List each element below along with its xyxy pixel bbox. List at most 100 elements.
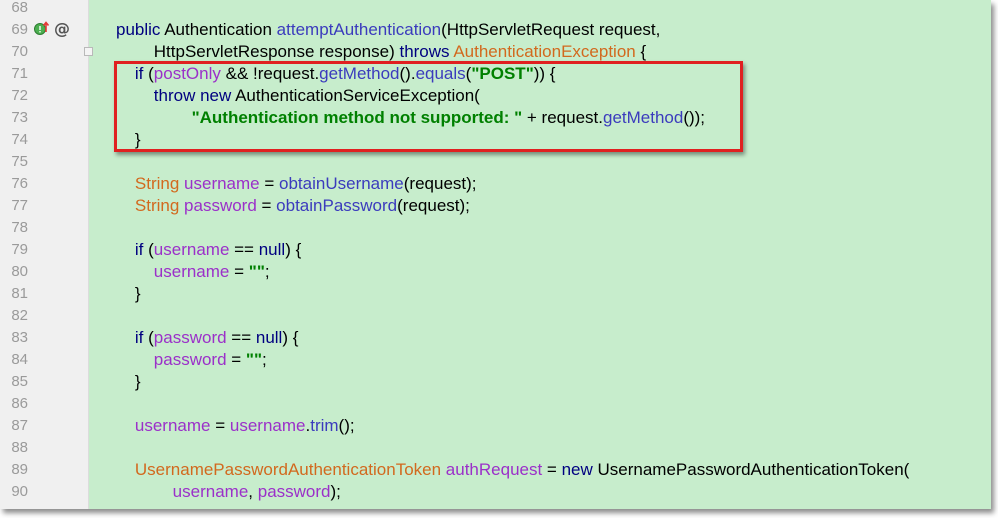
code-token: ) { — [285, 240, 302, 259]
line-number: 81 — [11, 285, 28, 302]
code-token: (HttpServletRequest request, — [441, 20, 661, 39]
line-number: 69 — [11, 21, 28, 38]
code-token: = — [542, 460, 562, 479]
code-token: null — [258, 240, 286, 259]
code-line: 83 if (password == null) { — [0, 327, 991, 349]
highlight-annotation-box — [114, 61, 743, 152]
code-token: (); — [338, 416, 355, 435]
code-token: username — [184, 174, 260, 193]
line-number: 68 — [11, 0, 28, 16]
line-number: 88 — [11, 439, 28, 456]
code-token: UsernamePasswordAuthenticationToken — [116, 460, 446, 479]
line-number: 85 — [11, 373, 28, 390]
code-line: 89 UsernamePasswordAuthenticationToken a… — [0, 459, 991, 481]
code-token: throws — [399, 42, 454, 61]
code-token: trim — [310, 416, 339, 435]
code-text[interactable]: if (password == null) { — [116, 327, 299, 349]
code-token: == — [229, 240, 259, 259]
code-text[interactable]: HttpServletResponse response) throws Aut… — [116, 41, 646, 63]
code-line: 68 — [0, 0, 991, 19]
line-number: 83 — [11, 329, 28, 346]
line-number: 71 — [11, 65, 28, 82]
line-number: 72 — [11, 87, 28, 104]
code-token: (request); — [397, 196, 470, 215]
code-token: (request); — [403, 174, 477, 193]
code-line: 70 HttpServletResponse response) throws … — [0, 41, 991, 63]
line-number: 79 — [11, 241, 28, 258]
code-token: username — [116, 262, 230, 281]
code-token: = — [229, 262, 249, 281]
code-token: , — [248, 482, 258, 501]
line-number: 89 — [11, 461, 28, 478]
code-text[interactable]: } — [116, 371, 141, 393]
code-text[interactable]: username = username.trim(); — [116, 415, 355, 437]
code-line: 84 password = ""; — [0, 349, 991, 371]
code-text[interactable]: String password = obtainPassword(request… — [116, 195, 470, 217]
code-token: obtainPassword — [276, 196, 398, 215]
code-line: 78 — [0, 217, 991, 239]
code-line: 69 public Authentication attemptAuthentic… — [0, 19, 991, 41]
override-method-icon[interactable] — [33, 20, 51, 41]
code-text[interactable]: password = ""; — [116, 349, 267, 371]
code-token: username — [153, 240, 230, 259]
code-text[interactable]: username = ""; — [116, 261, 270, 283]
line-number: 75 — [11, 153, 28, 170]
code-token: String — [116, 174, 185, 193]
code-token: new — [561, 460, 598, 479]
line-number: 70 — [11, 43, 28, 60]
code-text[interactable]: username, password); — [116, 481, 341, 503]
code-token: authRequest — [445, 460, 543, 479]
code-editor-window: 68 69 public Authentication attemptAuthent… — [0, 0, 991, 509]
code-text[interactable]: String username = obtainUsername(request… — [116, 173, 477, 195]
code-token: = — [256, 196, 277, 215]
annotation-at-icon[interactable]: @ — [54, 19, 70, 38]
code-text[interactable]: UsernamePasswordAuthenticationToken auth… — [116, 459, 909, 481]
line-number: 84 — [11, 351, 28, 368]
code-token: obtainUsername — [279, 174, 404, 193]
code-token: public — [116, 20, 165, 39]
line-number: 76 — [11, 175, 28, 192]
line-number: 77 — [11, 197, 28, 214]
line-number: 82 — [11, 307, 28, 324]
line-number: 86 — [11, 395, 28, 412]
code-token: AuthenticationException — [453, 42, 636, 61]
code-token: } — [116, 372, 141, 391]
code-text[interactable]: } — [116, 283, 141, 305]
code-token: String — [116, 196, 185, 215]
line-number: 87 — [11, 417, 28, 434]
code-token: ); — [330, 482, 341, 501]
code-line: 76 String username = obtainUsername(requ… — [0, 173, 991, 195]
code-line: 81 } — [0, 283, 991, 305]
line-number: 74 — [11, 131, 28, 148]
code-line: 80 username = ""; — [0, 261, 991, 283]
code-line: 90 username, password); — [0, 481, 991, 503]
code-token: Authentication — [164, 20, 277, 39]
code-line: 79 if (username == null) { — [0, 239, 991, 261]
code-token: username — [116, 416, 211, 435]
code-token: = — [226, 350, 246, 369]
code-token: ) { — [282, 328, 299, 347]
code-token: username — [116, 482, 249, 501]
code-token: UsernamePasswordAuthenticationToken( — [597, 460, 910, 479]
code-token: if — [116, 240, 149, 259]
code-token: "" — [245, 350, 263, 369]
code-text[interactable]: if (username == null) { — [116, 239, 301, 261]
code-line: 87 username = username.trim(); — [0, 415, 991, 437]
code-token: username — [229, 416, 306, 435]
code-token: ; — [264, 262, 270, 281]
code-token: "" — [248, 262, 265, 281]
code-token: HttpServletResponse response) — [116, 42, 400, 61]
code-token: if — [116, 328, 149, 347]
code-token: == — [226, 328, 256, 347]
fold-marker-icon[interactable] — [84, 47, 93, 56]
code-token: attemptAuthentication — [276, 20, 442, 39]
code-token: ; — [262, 350, 267, 369]
code-token: { — [635, 42, 647, 61]
code-line: 77 String password = obtainPassword(requ… — [0, 195, 991, 217]
code-text[interactable]: public Authentication attemptAuthenticat… — [116, 19, 660, 41]
code-line: 86 — [0, 393, 991, 415]
code-token: password — [116, 350, 227, 369]
code-token: password — [257, 482, 331, 501]
code-token: password — [184, 196, 257, 215]
code-line: 75 — [0, 151, 991, 173]
